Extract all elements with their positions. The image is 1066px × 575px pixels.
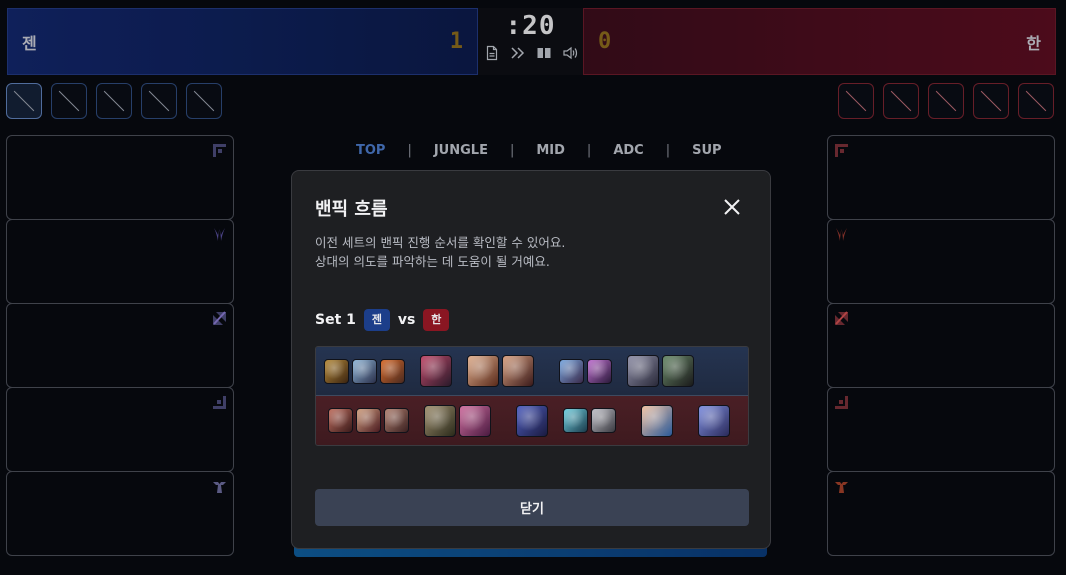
set-header: Set 1 젠 vs 한 xyxy=(315,309,747,331)
champion-portrait xyxy=(641,404,673,437)
banpick-flow-modal: 밴픽 흐름 이전 세트의 밴픽 진행 순서를 확인할 수 있어요. 상대의 의도… xyxy=(291,170,771,549)
banpick-flow xyxy=(315,346,749,446)
vs-label: vs xyxy=(397,312,416,328)
champion-portrait xyxy=(324,358,349,384)
blue-team-tag: 젠 xyxy=(363,309,390,331)
close-button[interactable]: 닫기 xyxy=(315,489,749,526)
champion-portrait xyxy=(384,408,409,433)
champion-portrait xyxy=(563,408,588,433)
champion-portrait xyxy=(356,408,381,433)
champion-portrait xyxy=(352,358,377,384)
close-icon[interactable] xyxy=(722,197,742,217)
champion-portrait xyxy=(516,404,548,437)
champion-portrait xyxy=(467,355,499,387)
champion-portrait xyxy=(424,404,456,437)
champion-portrait xyxy=(380,358,405,384)
champion-portrait xyxy=(662,355,694,387)
champion-portrait xyxy=(328,408,353,433)
modal-desc-line: 이전 세트의 밴픽 진행 순서를 확인할 수 있어요. xyxy=(315,235,566,250)
champion-portrait xyxy=(420,355,452,387)
champion-portrait xyxy=(698,404,730,437)
red-flow-row xyxy=(316,396,748,445)
red-team-tag: 한 xyxy=(423,309,450,331)
modal-title: 밴픽 흐름 xyxy=(315,199,388,220)
modal-description: 이전 세트의 밴픽 진행 순서를 확인할 수 있어요. 상대의 의도를 파악하는… xyxy=(315,233,747,271)
champion-portrait xyxy=(587,358,612,384)
champion-portrait xyxy=(559,358,584,384)
modal-desc-line: 상대의 의도를 파악하는 데 도움이 될 거예요. xyxy=(315,254,550,269)
champion-portrait xyxy=(627,355,659,387)
champion-portrait xyxy=(459,404,491,437)
champion-portrait xyxy=(591,408,616,433)
set-label: Set 1 xyxy=(315,312,356,328)
champion-portrait xyxy=(502,355,534,387)
blue-flow-row xyxy=(316,347,748,396)
